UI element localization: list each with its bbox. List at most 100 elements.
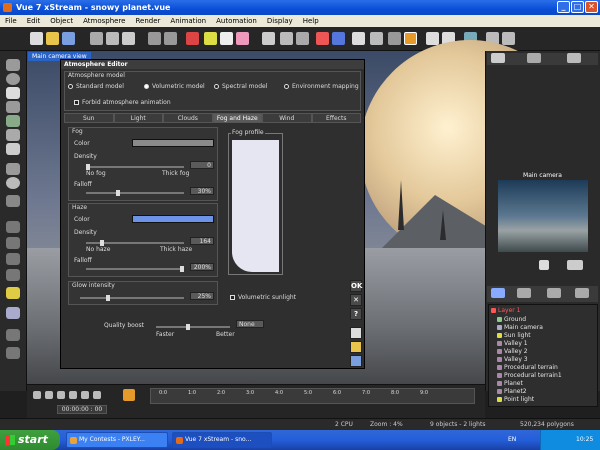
list-item[interactable]: Ground — [497, 316, 526, 324]
menu-edit[interactable]: Edit — [22, 17, 46, 25]
cube-icon[interactable] — [6, 195, 20, 207]
world-browser-tab-icon[interactable] — [491, 53, 505, 63]
light-icon[interactable] — [6, 287, 20, 299]
radio-volumetric-model[interactable] — [144, 84, 149, 89]
menu-automation[interactable]: Automation — [211, 17, 262, 25]
sphere-icon[interactable] — [6, 73, 20, 85]
fog-density-value[interactable]: 0 — [190, 161, 214, 169]
close-button[interactable]: ✕ — [585, 1, 598, 13]
next-frame-icon[interactable] — [81, 391, 89, 399]
maximize-button[interactable]: □ — [571, 1, 584, 13]
open-file-icon[interactable] — [46, 32, 59, 45]
fog-falloff-value[interactable]: 30% — [190, 187, 214, 195]
plane-icon[interactable] — [6, 59, 20, 71]
links-icon[interactable] — [547, 288, 561, 298]
radio-standard-model[interactable] — [68, 84, 73, 89]
language-indicator[interactable]: EN — [508, 436, 516, 443]
fog-falloff-slider[interactable] — [86, 190, 184, 196]
list-item[interactable]: Layer 1 — [491, 307, 520, 315]
slider-knob[interactable] — [180, 266, 184, 272]
help-button[interactable]: ? — [350, 308, 362, 320]
cancel-button[interactable]: ✕ — [350, 294, 362, 306]
copy-icon[interactable] — [106, 32, 119, 45]
atmosphere-editor-icon[interactable] — [404, 32, 417, 45]
haze-color-swatch[interactable] — [132, 215, 214, 223]
save-atmosphere-icon[interactable] — [350, 355, 362, 367]
volumetric-sunlight-checkbox[interactable] — [230, 295, 235, 300]
time-field[interactable]: 00:00:00 : 00 — [57, 405, 107, 414]
animation-wizard-icon[interactable] — [123, 389, 135, 401]
torus-icon[interactable] — [6, 101, 20, 113]
ok-button[interactable]: OK — [350, 280, 362, 292]
forbid-animation-checkbox[interactable] — [74, 100, 79, 105]
alpha-plane-icon[interactable] — [6, 253, 20, 265]
camera-icon[interactable] — [262, 32, 275, 45]
paste-icon[interactable] — [122, 32, 135, 45]
metablob-icon[interactable] — [6, 347, 20, 359]
list-item[interactable]: Valley 3 — [497, 356, 528, 364]
tab-fog-and-haze[interactable]: Fog and Haze — [212, 113, 262, 123]
glow-value[interactable]: 25% — [190, 292, 214, 300]
fog-density-slider[interactable] — [86, 164, 184, 170]
layers-icon[interactable] — [575, 288, 589, 298]
slider-knob[interactable] — [106, 295, 110, 301]
haze-falloff-slider[interactable] — [86, 266, 184, 272]
radio-spectral-model[interactable] — [214, 84, 219, 89]
wand-icon[interactable] — [296, 32, 309, 45]
glow-slider[interactable] — [80, 295, 184, 301]
material-icon[interactable] — [316, 32, 329, 45]
brush-icon[interactable] — [280, 32, 293, 45]
pyramid-icon[interactable] — [6, 237, 20, 249]
haze-density-slider[interactable] — [86, 240, 184, 246]
grid-icon[interactable] — [352, 32, 365, 45]
weather-icon[interactable] — [236, 32, 249, 45]
links-tab-icon[interactable] — [567, 53, 581, 63]
load-atmosphere-icon[interactable] — [350, 341, 362, 353]
list-item[interactable]: Sun light — [497, 332, 531, 340]
camera-move-icon[interactable] — [567, 260, 583, 270]
list-item[interactable]: Procedural terrain1 — [497, 372, 562, 380]
haze-falloff-value[interactable]: 200% — [190, 263, 214, 271]
timeline-ruler[interactable]: 0:0 1:0 2:0 3:0 4:0 5:0 6:0 7:0 8:0 9:0 — [150, 388, 475, 404]
group-icon[interactable] — [6, 269, 20, 281]
boolean-icon[interactable] — [6, 329, 20, 341]
hand-pan-icon[interactable] — [539, 260, 549, 270]
list-item[interactable]: Procedural terrain — [497, 364, 558, 372]
tab-clouds[interactable]: Clouds — [163, 113, 213, 123]
fog-color-swatch[interactable] — [132, 139, 214, 147]
menu-atmosphere[interactable]: Atmosphere — [78, 17, 130, 25]
rewind-icon[interactable] — [33, 391, 41, 399]
cloud-icon[interactable] — [220, 32, 233, 45]
terrain-tool-icon[interactable] — [6, 115, 20, 127]
zoom-icon[interactable] — [388, 32, 401, 45]
new-atmosphere-icon[interactable] — [350, 327, 362, 339]
menu-animation[interactable]: Animation — [165, 17, 211, 25]
menu-object[interactable]: Object — [45, 17, 78, 25]
save-icon[interactable] — [62, 32, 75, 45]
prev-frame-icon[interactable] — [45, 391, 53, 399]
taskbar-item-browser[interactable]: My Contests - PXLEY... — [66, 432, 168, 448]
slider-knob[interactable] — [186, 324, 190, 330]
cylinder-icon[interactable] — [6, 221, 20, 233]
play-icon[interactable] — [69, 391, 77, 399]
stop-icon[interactable] — [57, 391, 65, 399]
sun-icon[interactable] — [204, 32, 217, 45]
quality-slider[interactable] — [156, 324, 230, 330]
rock-icon[interactable] — [6, 129, 20, 141]
new-file-icon[interactable] — [30, 32, 43, 45]
cut-icon[interactable] — [90, 32, 103, 45]
terrain-icon[interactable] — [370, 32, 383, 45]
list-item[interactable]: Planet2 — [497, 388, 527, 396]
quality-value[interactable]: None — [236, 320, 264, 328]
plant-icon[interactable] — [6, 143, 20, 155]
list-item[interactable]: Planet — [497, 380, 523, 388]
radio-environment-mapping[interactable] — [284, 84, 289, 89]
tab-light[interactable]: Light — [113, 113, 163, 123]
materials-tab-icon[interactable] — [517, 288, 531, 298]
haze-density-value[interactable]: 164 — [190, 237, 214, 245]
camera-tool-icon[interactable] — [6, 307, 20, 319]
fast-forward-icon[interactable] — [93, 391, 101, 399]
list-item[interactable]: Main camera — [497, 324, 543, 332]
preview-icon[interactable] — [502, 32, 515, 45]
tab-wind[interactable]: Wind — [262, 113, 312, 123]
